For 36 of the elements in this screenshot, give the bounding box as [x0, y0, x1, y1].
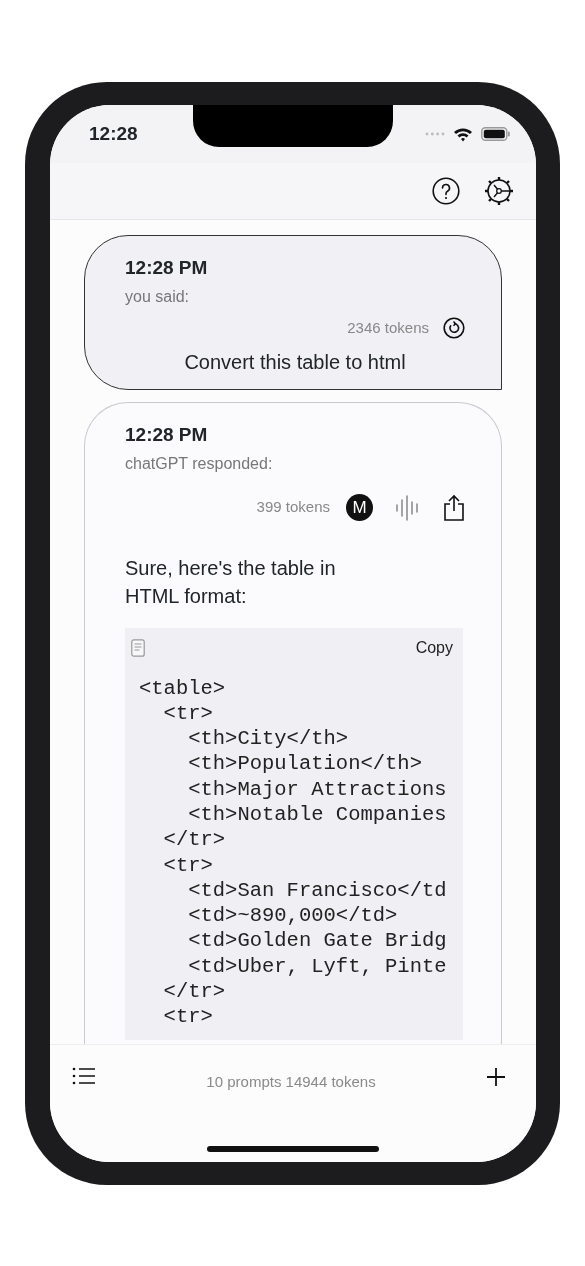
code-line: <th>Notable Companies	[187, 802, 448, 828]
code-line: <th>Major Attractions	[187, 776, 448, 802]
code-line: <td>San Francisco</td	[187, 877, 448, 904]
response-text: Sure, here's the table in HTML format:	[125, 555, 337, 609]
list-button[interactable]	[72, 1067, 96, 1085]
code-line: <th>Population</th>	[187, 751, 423, 777]
signal-icon	[425, 132, 445, 136]
code-line: <tr>	[162, 1004, 214, 1030]
token-count: 399 tokens	[256, 497, 330, 518]
new-chat-button[interactable]	[486, 1067, 506, 1087]
code-line: <th>City</th>	[187, 726, 350, 752]
regenerate-button[interactable]	[443, 316, 465, 339]
code-line: <td>Golden Gate Bridg	[187, 928, 448, 954]
prompt-text: Convert this table to html	[183, 350, 407, 375]
settings-button[interactable]	[484, 176, 514, 206]
code-line: <td>Uber, Lyft, Pinte	[187, 953, 448, 980]
usage-summary: 10 prompts 14944 tokens	[206, 1072, 376, 1092]
code-line: <table>	[138, 675, 227, 701]
battery-icon	[481, 127, 510, 141]
document-icon	[131, 638, 145, 657]
copy-button[interactable]: Copy	[411, 635, 457, 660]
code-line: <td>~890,000</td>	[187, 903, 399, 929]
message-time: 12:28 PM	[125, 256, 209, 280]
share-button[interactable]	[443, 494, 465, 521]
code-line: <tr>	[162, 700, 214, 727]
help-button[interactable]	[432, 177, 460, 205]
code-line: <tr>	[162, 852, 214, 878]
code-line: </tr>	[162, 827, 227, 853]
model-badge: M	[346, 494, 373, 521]
token-count: 2346 tokens	[347, 317, 429, 338]
author-label: chatGPT responded:	[125, 453, 274, 474]
message-time: 12:28 PM	[125, 423, 209, 447]
wifi-icon	[453, 126, 473, 142]
author-label: you said:	[125, 286, 191, 307]
status-time: 12:28	[89, 121, 138, 146]
code-line: </tr>	[162, 979, 227, 1005]
